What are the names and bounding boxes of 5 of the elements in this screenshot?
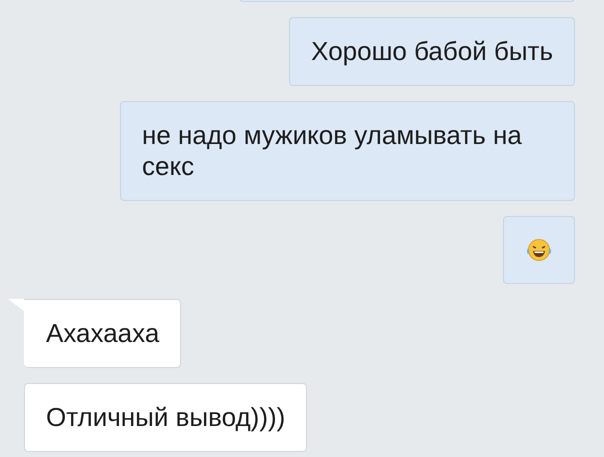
message-bubble: Ахахааха xyxy=(24,299,182,368)
message-bubble: не надо мужиков уламывать на секс xyxy=(120,101,575,201)
message-bubble: Отличный вывод)))) xyxy=(24,383,308,452)
message-bubble: Хорошо бабой быть xyxy=(289,17,575,86)
laughing-emoji-icon xyxy=(526,238,552,262)
